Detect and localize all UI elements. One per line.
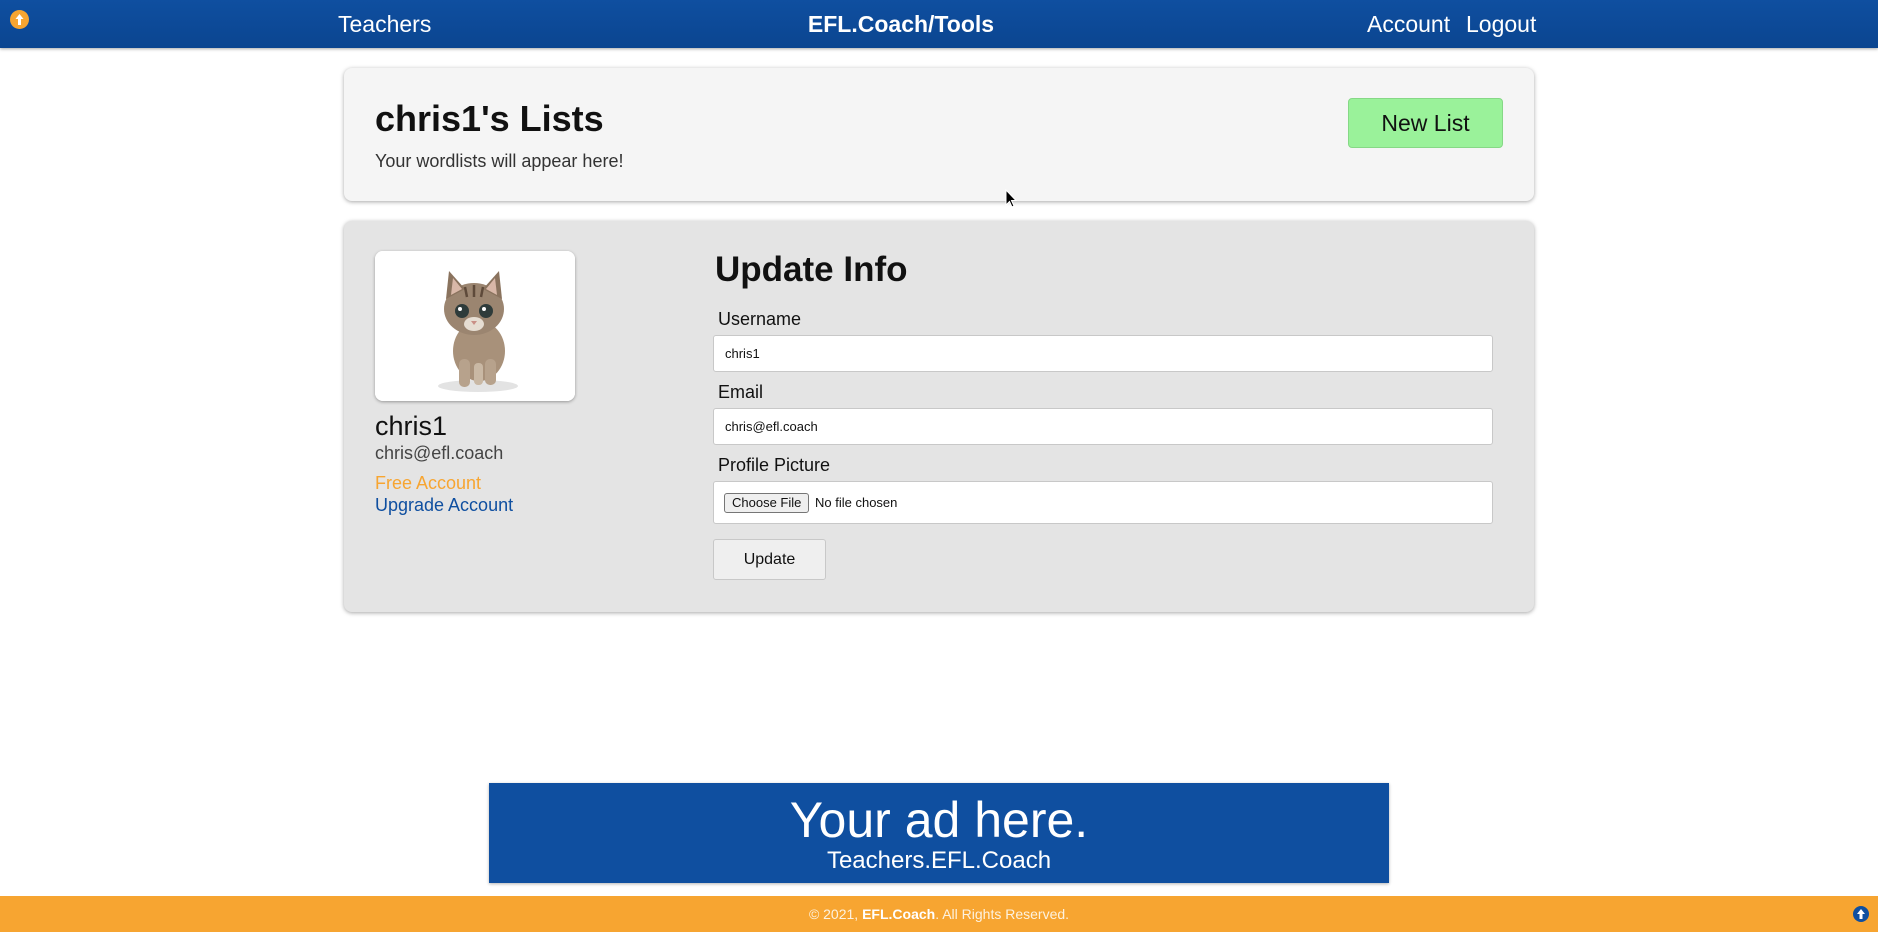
username-input[interactable] [713,335,1493,372]
nav-logout-link[interactable]: Logout [1466,0,1536,48]
profile-picture-label: Profile Picture [718,455,831,475]
mouse-cursor-icon [1005,189,1017,208]
upgrade-account-link[interactable]: Upgrade Account [375,495,513,516]
profile-card: chris1 chris@efl.coach Free Account Upgr… [344,221,1534,612]
scroll-to-top-icon[interactable] [1853,906,1869,922]
lists-empty-message: Your wordlists will appear here! [375,151,624,171]
top-navbar: Teachers EFL.Coach/Tools Account Logout [0,0,1878,48]
avatar [375,251,575,401]
ad-headline: Your ad here. [789,792,1089,848]
footer-brand: EFL.Coach [862,906,936,922]
lists-card: chris1's Lists Your wordlists will appea… [344,68,1534,201]
profile-picture-field: Choose File No file chosen [713,481,1493,524]
arrow-up-icon [1857,909,1865,919]
nav-account-link[interactable]: Account [1367,0,1450,48]
email-label: Email [718,382,764,402]
new-list-button[interactable]: New List [1348,98,1503,148]
lists-title: chris1's Lists [375,98,604,139]
account-plan-label: Free Account [375,473,482,493]
update-button[interactable]: Update [713,539,826,580]
profile-username: chris1 [375,411,448,441]
footer-rights: . All Rights Reserved. [935,906,1070,922]
footer-copyright: © 2021, [808,906,859,922]
profile-email: chris@efl.coach [375,443,504,463]
ad-subline: Teachers.EFL.Coach [826,847,1052,874]
choose-file-button[interactable]: Choose File [724,493,810,513]
ad-banner[interactable]: Your ad here. Teachers.EFL.Coach [489,783,1389,883]
update-info-title: Update Info [715,250,908,289]
footer: © 2021, EFL.Coach. All Rights Reserved. [0,896,1878,932]
file-status-text: No file chosen [815,495,898,510]
username-label: Username [718,309,802,329]
email-input[interactable] [713,408,1493,445]
kitten-photo-icon [375,251,575,401]
